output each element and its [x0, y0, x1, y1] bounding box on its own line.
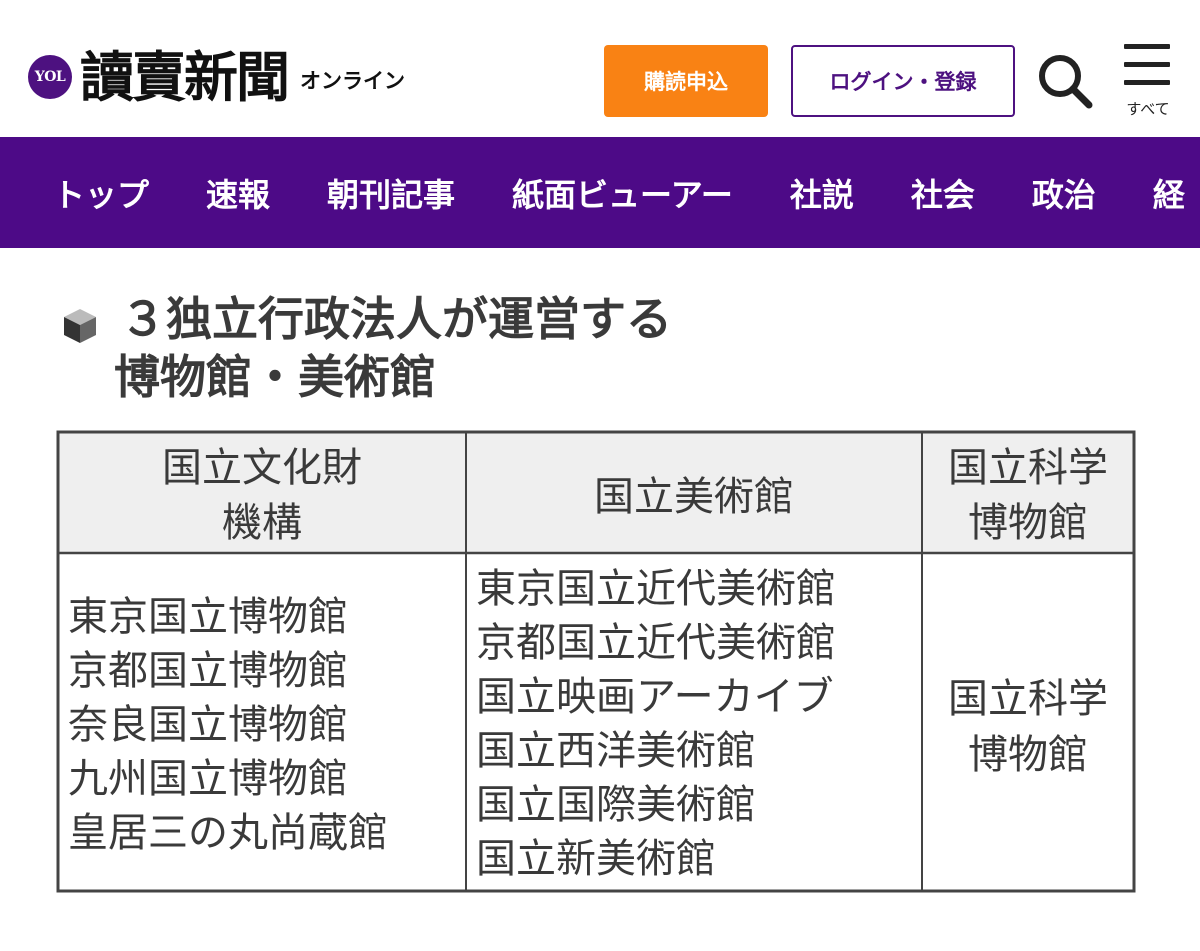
museum-item: 京都国立博物館 [68, 648, 348, 694]
museum-item: 東京国立博物館 [68, 594, 348, 640]
museum-item: 皇居三の丸尚蔵館 [68, 810, 388, 856]
museum-item: 国立新美術館 [476, 836, 716, 882]
museum-item: 国立西洋美術館 [476, 728, 756, 774]
museum-item: 九州国立博物館 [68, 756, 348, 802]
museum-table: 国立文化財 機構 国立美術館 国立科学 博物館 東京国立博物館 京都国立博物館 … [56, 430, 1136, 893]
column-header-1-line1: 国立文化財 [162, 445, 362, 491]
column-header-3-line2: 博物館 [968, 500, 1088, 546]
column-header-3-line1: 国立科学 [948, 445, 1108, 491]
column-header-1-line2: 機構 [222, 500, 302, 546]
museum-item: 東京国立近代美術館 [476, 566, 836, 612]
museum-item: 国立科学 [948, 676, 1108, 722]
museum-item: 国立映画アーカイブ [476, 674, 834, 720]
museum-item: 国立国際美術館 [476, 782, 756, 828]
museum-item: 奈良国立博物館 [68, 702, 348, 748]
museum-item: 京都国立近代美術館 [476, 620, 836, 666]
column-header-2: 国立美術館 [594, 474, 794, 520]
museum-item: 博物館 [968, 732, 1088, 778]
